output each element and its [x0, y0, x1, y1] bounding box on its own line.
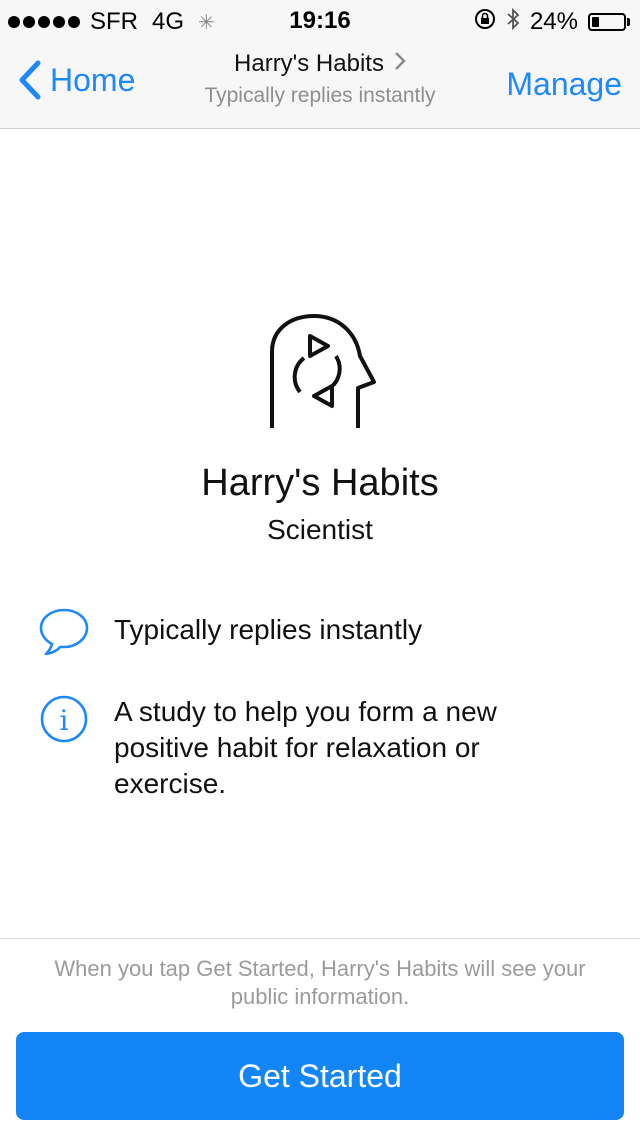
response-time-text: Typically replies instantly: [114, 614, 423, 645]
profile-category: Scientist: [267, 514, 373, 545]
speech-bubble-icon: [38, 605, 90, 657]
back-label: Home: [50, 61, 136, 98]
svg-text:i: i: [60, 704, 69, 737]
description-text: A study to help you form a new positive …: [114, 696, 497, 799]
back-button[interactable]: Home: [16, 60, 135, 100]
battery-fill: [592, 17, 599, 27]
navigation-bar: Home Harry's Habits Typically replies in…: [0, 40, 640, 129]
get-started-button[interactable]: Get Started: [16, 1032, 624, 1120]
nav-subtitle: Typically replies instantly: [204, 84, 436, 107]
battery-percent: 24%: [529, 8, 578, 35]
head-refresh-icon: [258, 312, 382, 436]
bluetooth-icon: [506, 7, 520, 37]
conversation-header[interactable]: Harry's Habits Typically replies instant…: [140, 50, 500, 108]
rotation-lock-icon: [474, 8, 496, 36]
nav-title: Harry's Habits: [234, 50, 384, 77]
footer-divider: [0, 938, 640, 939]
chevron-left-icon: [19, 60, 41, 100]
info-row-description: i A study to help you form a new positiv…: [38, 693, 598, 802]
profile-name: Harry's Habits: [201, 462, 439, 504]
manage-button[interactable]: Manage: [506, 66, 622, 103]
status-bar: SFR 4G ✳ 19:16 24%: [0, 0, 640, 40]
info-row-response: Typically replies instantly: [38, 605, 598, 657]
battery-icon: [588, 13, 626, 31]
disclaimer-text: When you tap Get Started, Harry's Habits…: [54, 956, 586, 1009]
chevron-right-icon: [394, 50, 406, 78]
info-icon: i: [38, 693, 90, 745]
